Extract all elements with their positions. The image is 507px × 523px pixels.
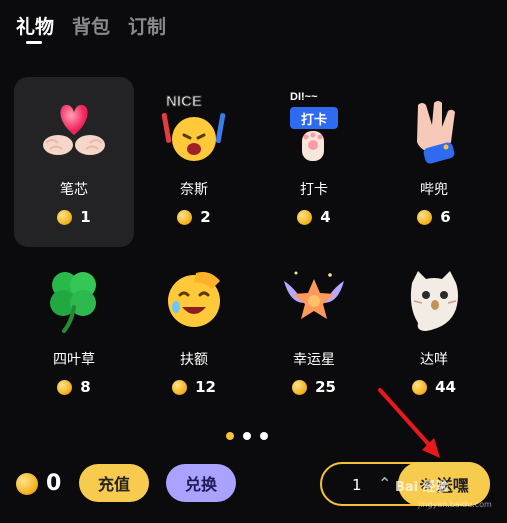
gift-name: 奈斯 — [180, 182, 208, 198]
four-leaf-clover-icon — [36, 261, 112, 337]
coin-icon — [292, 379, 308, 395]
gift-item-daka[interactable]: DI!~~ 打卡 打卡 4 — [254, 77, 374, 247]
coin-icon — [16, 472, 38, 495]
nice-badge: NICE — [166, 93, 203, 111]
gift-price: 6 — [417, 208, 451, 226]
coin-icon — [177, 209, 193, 225]
gift-name: 达咩 — [420, 352, 448, 368]
page-indicator — [226, 432, 268, 440]
chevron-up-icon[interactable]: ⌃ — [378, 474, 391, 493]
heart-hands-icon — [36, 91, 112, 167]
gift-item-naisi[interactable]: NICE 奈斯 2 — [134, 77, 254, 247]
watermark-url: jingyan.baidu.com — [418, 500, 492, 509]
clock-in-icon: DI!~~ 打卡 — [276, 91, 352, 167]
page-dot-1[interactable] — [226, 432, 234, 440]
winged-star-icon — [276, 261, 352, 337]
tab-custom[interactable]: 订制 — [128, 12, 166, 39]
gift-price: 8 — [57, 378, 91, 396]
recharge-button[interactable]: 充值 — [79, 464, 149, 502]
gift-item-lucky-star[interactable]: 幸运星 25 — [254, 247, 374, 417]
tab-backpack[interactable]: 背包 — [72, 12, 110, 39]
coin-icon — [57, 379, 73, 395]
gift-price: 25 — [292, 378, 336, 396]
gift-item-clover[interactable]: 四叶草 8 — [14, 247, 134, 417]
facepalm-emoji-icon — [156, 261, 232, 337]
ghost-cat-icon — [396, 261, 472, 337]
gift-item-bidou[interactable]: 哔兜 6 — [374, 77, 494, 247]
gift-name: 哔兜 — [420, 182, 448, 198]
exchange-button[interactable]: 兑换 — [166, 464, 236, 502]
coin-icon — [57, 209, 73, 225]
gift-price: 2 — [177, 208, 211, 226]
gift-item-bixin[interactable]: 笔芯 1 — [14, 77, 134, 247]
nice-emoji-icon: NICE — [156, 91, 232, 167]
gift-price: 12 — [172, 378, 216, 396]
page-dot-2[interactable] — [243, 432, 251, 440]
coin-icon — [297, 209, 313, 225]
gift-name: 扶额 — [180, 352, 208, 368]
gift-name: 幸运星 — [293, 352, 335, 368]
active-tab-indicator — [26, 41, 42, 44]
gift-name: 打卡 — [300, 182, 328, 198]
gift-name: 四叶草 — [53, 352, 95, 368]
annotation-arrow-icon — [378, 388, 440, 458]
gift-name: 笔芯 — [60, 182, 88, 198]
gift-item-fue[interactable]: 扶额 12 — [134, 247, 254, 417]
coin-icon — [172, 379, 188, 395]
quantity-value[interactable]: 1 — [352, 476, 362, 494]
coin-icon — [417, 209, 433, 225]
gift-price: 1 — [57, 208, 91, 226]
page-dot-3[interactable] — [260, 432, 268, 440]
gift-price: 4 — [297, 208, 331, 226]
gift-grid: 笔芯 1 NICE 奈斯 2 DI!~~ 打卡 打卡 4 哔兜 6 四叶草 8 … — [14, 77, 494, 413]
waving-hand-icon — [396, 91, 472, 167]
balance-value: 0 — [46, 471, 62, 496]
gift-tabs: 礼物 背包 订制 — [16, 12, 166, 39]
coin-balance: 0 — [16, 471, 61, 496]
watermark: Bai 经验 — [395, 480, 449, 495]
tab-gifts[interactable]: 礼物 — [16, 12, 54, 39]
